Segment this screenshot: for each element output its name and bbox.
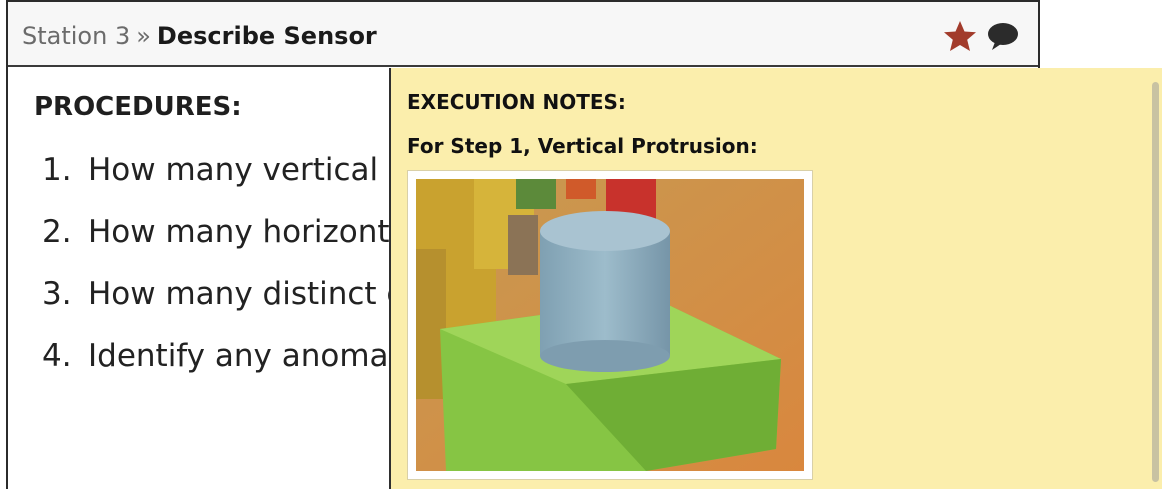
list-item: 4.Identify any anomalies: [42, 336, 402, 398]
header-bar: Station 3» Describe Sensor: [8, 0, 1038, 67]
step-text: How many vertical protrusions: [88, 152, 402, 188]
notes-scrollbar[interactable]: [1150, 68, 1162, 489]
execution-notes-popup: EXECUTION NOTES: For Step 1, Vertical Pr…: [389, 68, 1162, 489]
breadcrumb-separator: »: [136, 22, 151, 50]
list-item: 1.How many vertical protrusions: [42, 150, 402, 212]
breadcrumb-station-link[interactable]: Station 3: [22, 22, 130, 50]
step-text: How many distinct colors: [88, 276, 402, 312]
notes-title: EXECUTION NOTES:: [407, 90, 626, 114]
procedure-list: 1.How many vertical protrusions 2.How ma…: [42, 150, 402, 398]
comment-icon[interactable]: [986, 22, 1020, 52]
step-text: Identify any anomalies: [88, 338, 402, 374]
breadcrumb: Station 3» Describe Sensor: [22, 22, 377, 50]
scrollbar-thumb[interactable]: [1152, 82, 1159, 482]
sensor-photo: [407, 170, 813, 480]
star-icon[interactable]: [943, 20, 977, 52]
list-item: 2.How many horizontal protrusions: [42, 212, 402, 274]
procedures-heading: PROCEDURES:: [34, 92, 242, 122]
notes-step-label: For Step 1, Vertical Protrusion:: [407, 134, 758, 158]
list-item: 3.How many distinct colors: [42, 274, 402, 336]
step-text: How many horizontal protrusions: [88, 214, 402, 250]
page-title: Describe Sensor: [156, 22, 377, 50]
